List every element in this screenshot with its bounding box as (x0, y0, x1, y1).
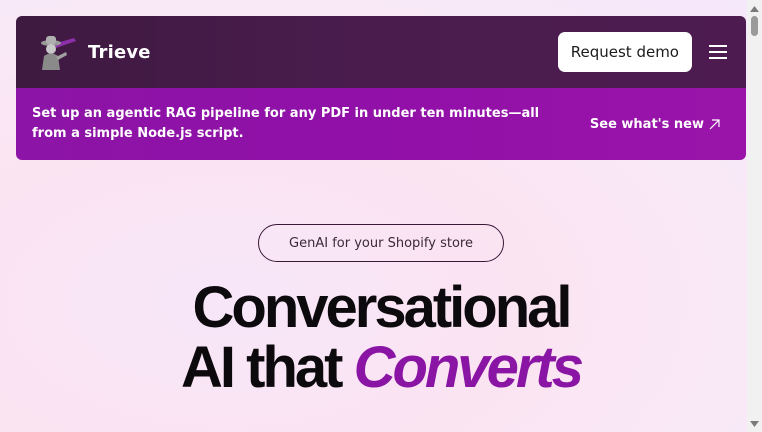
brand-name[interactable]: Trieve (88, 42, 151, 63)
hero-line-1: Conversational (192, 275, 573, 340)
page: Trieve Request demo Set up an agentic RA… (0, 0, 747, 432)
site-header: Trieve Request demo Set up an agentic RA… (16, 16, 746, 160)
hero-accent-word: Converts (353, 335, 584, 400)
request-demo-button[interactable]: Request demo (557, 32, 692, 72)
scroll-thumb[interactable] (751, 16, 758, 36)
banner-text: Set up an agentic RAG pipeline for any P… (32, 106, 540, 141)
hero-heading: Conversational AI that Converts (0, 278, 762, 398)
vertical-scrollbar[interactable] (747, 0, 762, 432)
see-whats-new-label: See what's new (589, 116, 704, 132)
scroll-down-arrow-icon[interactable] (750, 419, 759, 428)
scroll-up-arrow-icon[interactable] (750, 4, 759, 13)
top-nav: Trieve Request demo (16, 16, 746, 88)
see-whats-new-link[interactable]: See what's new (590, 117, 720, 132)
hero-line-2-prefix: AI that (181, 335, 354, 400)
shopify-pill-button[interactable]: GenAI for your Shopify store (258, 224, 504, 262)
trieve-logo-icon[interactable] (32, 32, 82, 72)
hamburger-menu-icon[interactable] (706, 40, 730, 64)
arrow-up-right-icon (709, 118, 720, 129)
announcement-banner: Set up an agentic RAG pipeline for any P… (16, 88, 746, 160)
